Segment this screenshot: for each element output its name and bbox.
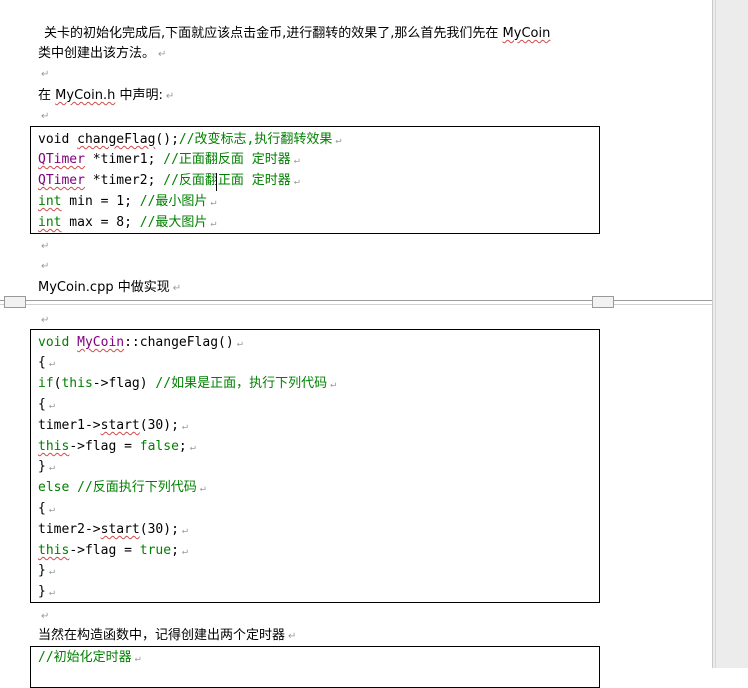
code-line: //初始化定时器 ↵ bbox=[38, 650, 141, 665]
header-decl-suffix: 中声明: bbox=[119, 88, 163, 103]
left-margin-marker bbox=[4, 296, 26, 308]
empty-paragraph: ↵ bbox=[38, 256, 49, 277]
paragraph-mark: ↵ bbox=[172, 283, 182, 294]
code-line: } ↵ bbox=[38, 563, 55, 578]
code-line: this->flag = false; ↵ bbox=[38, 439, 196, 454]
paragraph-mark: ↵ bbox=[158, 49, 167, 60]
code-line: } ↵ bbox=[38, 459, 55, 474]
code-line: if(this->flag) //如果是正面，执行下列代码 ↵ bbox=[38, 376, 337, 391]
empty-paragraph: ↵ bbox=[38, 606, 49, 627]
right-margin-area bbox=[712, 0, 748, 668]
code-line: {↵ bbox=[38, 501, 55, 516]
code-line: timer1->start(30); ↵ bbox=[38, 418, 188, 433]
empty-paragraph: ↵ bbox=[38, 64, 49, 85]
code-line: void MyCoin::changeFlag() ↵ bbox=[38, 335, 243, 350]
paragraph-mark: ↵ bbox=[288, 631, 297, 642]
paragraph-mark: ↵ bbox=[165, 91, 175, 102]
intro-paragraph-line2: 类中创建出该方法。 ↵ bbox=[38, 44, 166, 65]
code-line: void changeFlag();//改变标志,执行翻转效果 ↵ bbox=[38, 132, 342, 147]
paragraph-mark: ↵ bbox=[41, 315, 50, 326]
intro-paragraph: 关卡的初始化完成后,下面就应该点击金币,进行翻转的效果了,那么首先我们先在 My… bbox=[44, 24, 550, 44]
empty-paragraph: ↵ bbox=[38, 236, 49, 257]
code-line: this->flag = true; ↵ bbox=[38, 543, 188, 558]
text-cursor bbox=[216, 173, 217, 191]
code-line: int min = 1; //最小图片 ↵ bbox=[38, 194, 217, 209]
paragraph-mark: ↵ bbox=[41, 69, 50, 80]
empty-paragraph: ↵ bbox=[38, 106, 49, 127]
code-line: else //反面执行下列代码 ↵ bbox=[38, 480, 206, 495]
intro-class-name: MyCoin bbox=[502, 26, 551, 41]
intro-text-line2: 类中创建出该方法。 bbox=[38, 46, 156, 61]
code-line: QTimer *timer1; //正面翻反面 定时器 ↵ bbox=[38, 152, 300, 167]
paragraph-mark: ↵ bbox=[41, 241, 50, 252]
paragraph-mark: ↵ bbox=[41, 611, 50, 622]
closing-paragraph: 当然在构造函数中，记得创建出两个定时器 ↵ bbox=[38, 626, 296, 647]
closing-text: 当然在构造函数中，记得创建出两个定时器 bbox=[38, 628, 286, 643]
intro-text: 关卡的初始化完成后,下面就应该点击金币,进行翻转的效果了,那么首先我们先在 bbox=[44, 26, 499, 41]
code-line: timer2->start(30); ↵ bbox=[38, 522, 188, 537]
header-file-name: MyCoin.h bbox=[55, 88, 116, 103]
empty-paragraph: ↵ bbox=[38, 310, 49, 331]
header-decl-line: 在 MyCoin.h 中声明: ↵ bbox=[38, 86, 174, 107]
header-decl-prefix: 在 bbox=[38, 88, 52, 103]
right-margin-marker bbox=[592, 296, 614, 308]
cpp-heading-text: MyCoin.cpp 中做实现 bbox=[38, 280, 170, 295]
code-line: int max = 8; //最大图片 ↵ bbox=[38, 215, 217, 230]
code-line: {↵ bbox=[38, 355, 55, 370]
code-line: } ↵ bbox=[38, 584, 55, 599]
code-line: QTimer *timer2; //反面翻正面 定时器 ↵ bbox=[38, 173, 300, 188]
paragraph-mark: ↵ bbox=[41, 261, 50, 272]
paragraph-mark: ↵ bbox=[41, 111, 50, 122]
cpp-heading: MyCoin.cpp 中做实现 ↵ bbox=[38, 278, 181, 299]
code-line: {↵ bbox=[38, 397, 55, 412]
